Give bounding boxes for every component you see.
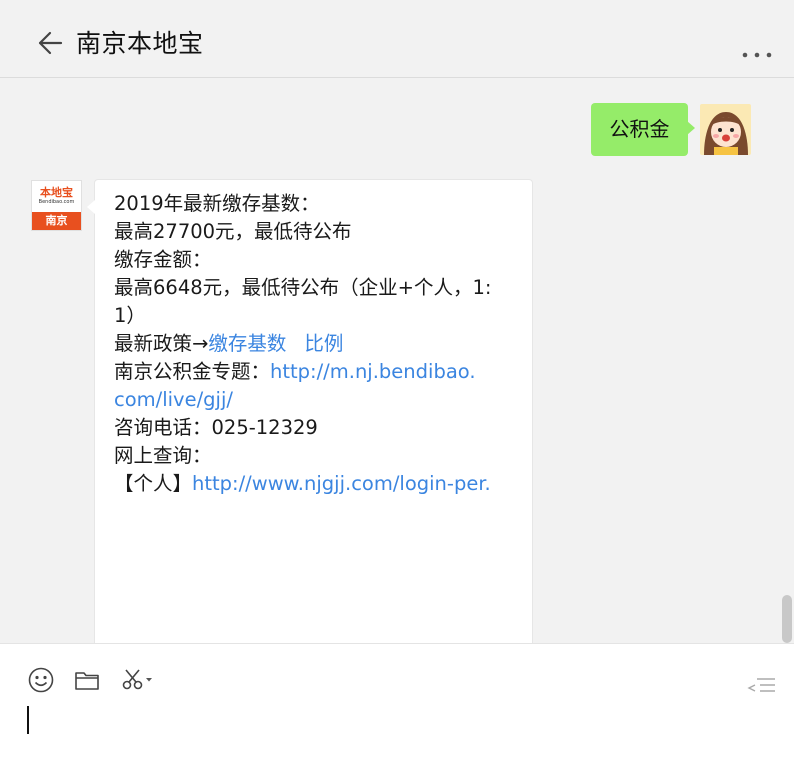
link-topic-url[interactable]: http://m.nj.bendibao. — [270, 360, 476, 383]
bot-message-bubble[interactable]: 2019年最新缴存基数： 最高27700元，最低待公布 缴存金额： 最高6648… — [87, 179, 533, 643]
chat-scrollbar[interactable] — [782, 595, 792, 643]
link-topic-url-cont[interactable]: com/live/gjj/ — [114, 388, 233, 411]
message-line: 1） — [114, 304, 146, 327]
chat-header: 南京本地宝 — [0, 0, 794, 78]
chat-title: 南京本地宝 — [76, 29, 204, 58]
topic-prefix: 南京公积金专题： — [114, 360, 271, 383]
message-line: 2019年最新缴存基数： — [114, 192, 320, 215]
send-icon[interactable] — [747, 677, 777, 695]
brand-city-label: 南京 — [32, 212, 81, 230]
message-line: 最高27700元，最低待公布 — [114, 220, 352, 243]
personal-query-line: 【个人】http://www.njgjj.com/login-per. — [114, 470, 518, 498]
message-line: 网上查询： — [114, 444, 212, 467]
policy-prefix: 最新政策→ — [114, 332, 209, 355]
emoji-icon[interactable] — [27, 666, 55, 694]
link-base-amount[interactable]: 缴存基数 — [208, 332, 286, 355]
folder-icon[interactable] — [73, 666, 101, 694]
message-list[interactable]: 公积金 本地宝 Bendibao.com 南京 2019年最新缴存基数： 最高2… — [0, 79, 794, 643]
topic-line-cont: com/live/gjj/ — [114, 386, 518, 414]
phone-line: 咨询电话：025-12329 — [114, 416, 318, 439]
user-message-bubble[interactable]: 公积金 — [591, 103, 695, 156]
policy-line: 最新政策→缴存基数 比例 — [114, 330, 518, 358]
scissors-icon[interactable] — [119, 666, 157, 694]
link-personal-login[interactable]: http://www.njgjj.com/login-per. — [192, 472, 491, 495]
more-dots-icon[interactable] — [742, 43, 774, 58]
text-cursor — [27, 706, 29, 734]
personal-prefix: 【个人】 — [114, 472, 193, 495]
bendibao-avatar[interactable]: 本地宝 Bendibao.com 南京 — [31, 180, 82, 231]
user-avatar[interactable] — [700, 104, 751, 155]
link-ratio[interactable]: 比例 — [304, 332, 343, 355]
message-line: 最高6648元，最低待公布（企业+个人，1: — [114, 276, 492, 299]
message-line: 缴存金额： — [114, 248, 212, 271]
message-input-area[interactable] — [0, 643, 794, 778]
topic-line: 南京公积金专题：http://m.nj.bendibao. — [114, 358, 518, 386]
brand-logo-text: 本地宝 — [40, 186, 73, 199]
brand-url-text: Bendibao.com — [38, 199, 75, 205]
arrow-left-icon[interactable] — [37, 30, 63, 56]
